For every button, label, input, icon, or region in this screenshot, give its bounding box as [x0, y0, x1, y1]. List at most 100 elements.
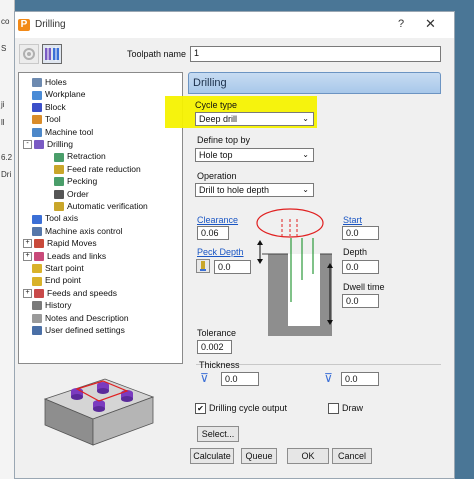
- select-button[interactable]: Select...: [197, 426, 239, 442]
- define-top-label: Define top by: [197, 135, 251, 145]
- dwell-time-input[interactable]: 0.0: [342, 294, 379, 308]
- drill-cycle-diagram: [250, 202, 335, 337]
- tree-item[interactable]: Workplane: [23, 88, 85, 100]
- tree-item[interactable]: Automatic verification: [45, 200, 148, 212]
- tree-item[interactable]: Machine axis control: [23, 225, 122, 237]
- tree-item[interactable]: Tool: [23, 113, 61, 125]
- help-button[interactable]: ?: [398, 18, 404, 30]
- cycle-type-select[interactable]: Deep drill ⌄: [195, 112, 314, 126]
- define-top-select[interactable]: Hole top ⌄: [195, 148, 314, 162]
- axial-thickness-input[interactable]: 0.0: [341, 372, 379, 386]
- clearance-input[interactable]: 0.06: [197, 226, 229, 240]
- tree-item[interactable]: - Drilling: [23, 138, 73, 150]
- radial-thickness-icon[interactable]: ⊽: [200, 371, 209, 385]
- drilling-panel-title: Drilling: [193, 77, 227, 89]
- tree-item-label: Rapid Moves: [47, 238, 97, 249]
- tree-item[interactable]: Feed rate reduction: [45, 163, 141, 175]
- tree-item-label: End point: [45, 275, 81, 286]
- tree-item[interactable]: Notes and Description: [23, 312, 129, 324]
- tree-item-label: Workplane: [45, 89, 86, 100]
- tree-item-label: Retraction: [67, 151, 106, 162]
- cancel-button[interactable]: Cancel: [332, 448, 372, 464]
- tree-item-icon: [34, 251, 44, 261]
- tree-item-label: Feeds and speeds: [47, 287, 117, 298]
- peck-depth-link[interactable]: Peck Depth: [197, 247, 244, 257]
- tree-item[interactable]: + Feeds and speeds: [23, 287, 117, 299]
- tree-item-icon: [32, 227, 42, 237]
- tree-item[interactable]: Block: [23, 101, 66, 113]
- tree-item[interactable]: Pecking: [45, 175, 97, 187]
- tree-item-label: Drilling: [47, 139, 73, 149]
- tree-item-icon: [32, 326, 42, 336]
- block-preview: [35, 367, 160, 452]
- tree-item[interactable]: History: [23, 299, 71, 311]
- checkbox-checked: ✔: [195, 403, 206, 415]
- calculate-button[interactable]: Calculate: [190, 448, 234, 464]
- tree-item[interactable]: + Rapid Moves: [23, 237, 97, 249]
- operation-value: Drill to hole depth: [199, 185, 270, 195]
- thickness-label: Thickness: [199, 360, 240, 370]
- tree-item[interactable]: User defined settings: [23, 324, 125, 336]
- tree-item-label: Holes: [45, 77, 67, 87]
- tolerance-input[interactable]: 0.002: [197, 340, 232, 354]
- draw-checkbox[interactable]: Draw: [328, 403, 363, 415]
- start-link[interactable]: Start: [343, 215, 362, 225]
- gear-icon[interactable]: [19, 44, 39, 64]
- tree-expander-icon[interactable]: -: [23, 140, 32, 150]
- tree-item[interactable]: Start point: [23, 262, 84, 274]
- bg-text: 6.2: [1, 153, 13, 162]
- tree-item-label: History: [45, 300, 72, 311]
- tree-item[interactable]: Machine tool: [23, 126, 93, 138]
- ok-button[interactable]: OK: [287, 448, 329, 464]
- radial-thickness-input[interactable]: 0.0: [221, 372, 259, 386]
- tree-item-label: Tool: [45, 114, 61, 125]
- close-button[interactable]: ✕: [425, 16, 436, 32]
- peck-depth-icon[interactable]: [196, 259, 210, 273]
- tree-expander-icon[interactable]: +: [23, 251, 32, 261]
- operation-select[interactable]: Drill to hole depth ⌄: [195, 183, 314, 197]
- clearance-link[interactable]: Clearance: [197, 215, 238, 225]
- tree-item[interactable]: Order: [45, 188, 89, 200]
- tree-item[interactable]: Retraction: [45, 150, 106, 162]
- toolpath-name-input[interactable]: 1: [190, 46, 441, 62]
- tree-item-label: Machine axis control: [45, 225, 123, 236]
- drilling-cycle-output-checkbox[interactable]: ✔ Drilling cycle output: [195, 403, 287, 415]
- tree-item[interactable]: Holes: [23, 76, 67, 88]
- cycle-type-label: Cycle type: [195, 100, 238, 110]
- peck-depth-input[interactable]: 0.0: [214, 260, 251, 274]
- queue-button[interactable]: Queue: [241, 448, 277, 464]
- tree-expander-icon[interactable]: +: [23, 289, 32, 299]
- axial-thickness-icon[interactable]: ⊽: [324, 371, 333, 385]
- tree-item-icon: [54, 202, 64, 212]
- tree-item-label: Pecking: [67, 176, 98, 187]
- app-logo-icon: P: [18, 19, 30, 31]
- tree-item-icon: [54, 189, 64, 199]
- tree-item-icon: [32, 103, 42, 113]
- start-input[interactable]: 0.0: [342, 226, 379, 240]
- tree-item-label: Order: [67, 188, 89, 199]
- tree-item-label: Leads and links: [47, 250, 107, 261]
- tree-item[interactable]: End point: [23, 274, 81, 286]
- tree-item-label: Start point: [45, 263, 84, 273]
- tree-item[interactable]: + Leads and links: [23, 250, 106, 262]
- depth-input[interactable]: 0.0: [342, 260, 379, 274]
- tree-expander-icon[interactable]: +: [23, 239, 32, 249]
- cycle-type-value: Deep drill: [199, 114, 238, 124]
- drill-toolpath-icon[interactable]: [42, 44, 62, 64]
- tree-item[interactable]: Tool axis: [23, 212, 78, 224]
- tree-item-icon: [32, 276, 42, 286]
- tree-item-icon: [54, 165, 64, 175]
